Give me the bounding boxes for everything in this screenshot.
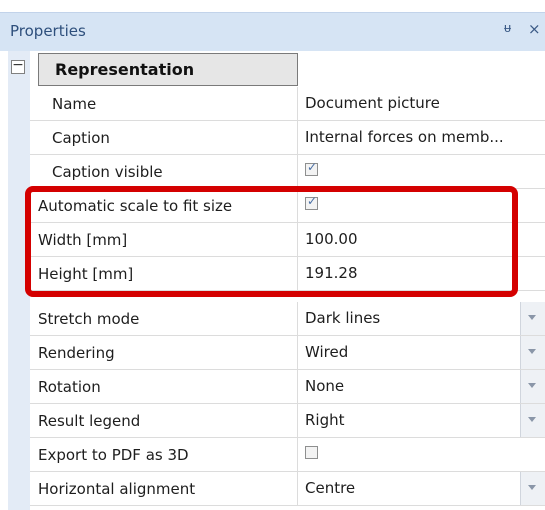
property-value: Dark lines bbox=[305, 309, 381, 327]
property-name-cell: Rotation bbox=[30, 370, 298, 403]
property-name-cell: Caption bbox=[30, 121, 298, 154]
property-value: 191.28 bbox=[305, 264, 358, 282]
property-row-height[interactable]: Height [mm] 191.28 bbox=[30, 257, 545, 291]
property-name: Stretch mode bbox=[38, 310, 140, 328]
property-name: Rotation bbox=[38, 378, 101, 396]
property-row-horizontal-alignment[interactable]: Horizontal alignment Centre bbox=[30, 472, 545, 506]
property-row-result-legend[interactable]: Result legend Right bbox=[30, 404, 545, 438]
property-value: Right bbox=[305, 411, 345, 429]
category-header-representation[interactable]: Representation bbox=[38, 53, 298, 86]
property-value-cell[interactable]: Wired bbox=[305, 336, 545, 369]
dropdown-arrow-icon bbox=[528, 417, 536, 422]
collapse-toggle[interactable]: − bbox=[11, 57, 25, 74]
property-name: Export to PDF as 3D bbox=[38, 446, 189, 464]
result-legend-dropdown-button[interactable] bbox=[520, 404, 545, 437]
property-value-cell[interactable]: Dark lines bbox=[305, 302, 545, 335]
property-name: Name bbox=[52, 95, 97, 113]
grid-gutter: − bbox=[8, 51, 30, 510]
property-row-caption[interactable]: Caption Internal forces on memb... bbox=[30, 121, 545, 155]
horizontal-alignment-dropdown-button[interactable] bbox=[520, 472, 545, 505]
property-name-cell: Rendering bbox=[30, 336, 298, 369]
property-row-rotation[interactable]: Rotation None bbox=[30, 370, 545, 404]
property-value-cell[interactable]: ✓ bbox=[305, 155, 545, 188]
property-name: Result legend bbox=[38, 412, 141, 430]
dropdown-arrow-icon bbox=[528, 315, 536, 320]
property-value-cell[interactable]: Internal forces on memb... bbox=[305, 121, 545, 154]
pin-icon[interactable]: ᵾ bbox=[504, 20, 511, 36]
property-value-cell[interactable]: 191.28 bbox=[305, 257, 545, 290]
export-pdf-3d-checkbox[interactable] bbox=[305, 446, 318, 459]
dropdown-arrow-icon bbox=[528, 349, 536, 354]
property-name-cell: Horizontal alignment bbox=[30, 472, 298, 505]
property-value-cell[interactable]: Right bbox=[305, 404, 545, 437]
property-name-cell: Export to PDF as 3D bbox=[30, 438, 298, 471]
property-name-cell: Height [mm] bbox=[30, 257, 298, 290]
collapse-icon: − bbox=[12, 57, 24, 73]
close-icon[interactable]: × bbox=[528, 20, 541, 38]
property-row-rendering[interactable]: Rendering Wired bbox=[30, 336, 545, 370]
property-name-cell: Stretch mode bbox=[30, 302, 298, 335]
property-name: Caption bbox=[52, 129, 110, 147]
property-value: None bbox=[305, 377, 345, 395]
property-name: Width [mm] bbox=[38, 231, 128, 249]
panel-title: Properties bbox=[10, 22, 86, 40]
checkmark-icon: ✓ bbox=[306, 160, 318, 174]
property-value-cell[interactable]: 100.00 bbox=[305, 223, 545, 256]
property-value: Wired bbox=[305, 343, 349, 361]
property-value-cell[interactable]: Centre bbox=[305, 472, 545, 505]
property-row-width[interactable]: Width [mm] 100.00 bbox=[30, 223, 545, 257]
property-name-cell: Result legend bbox=[30, 404, 298, 437]
property-value: Centre bbox=[305, 479, 356, 497]
automatic-scale-checkbox[interactable]: ✓ bbox=[305, 194, 318, 210]
property-value-cell[interactable]: None bbox=[305, 370, 545, 403]
property-row-caption-visible[interactable]: Caption visible ✓ bbox=[30, 155, 545, 189]
property-row-name[interactable]: Name Document picture bbox=[30, 87, 545, 121]
property-value: 100.00 bbox=[305, 230, 358, 248]
property-value-cell[interactable]: Document picture bbox=[305, 87, 545, 120]
property-value: Document picture bbox=[305, 94, 440, 112]
property-row-stretch-mode[interactable]: Stretch mode Dark lines bbox=[30, 302, 545, 336]
property-name: Automatic scale to fit size bbox=[38, 197, 233, 215]
property-name: Horizontal alignment bbox=[38, 480, 196, 498]
property-value-cell[interactable] bbox=[305, 438, 545, 471]
property-name: Height [mm] bbox=[38, 265, 134, 283]
property-name-cell: Caption visible bbox=[30, 155, 298, 188]
rendering-dropdown-button[interactable] bbox=[520, 336, 545, 369]
property-value: Internal forces on memb... bbox=[305, 128, 504, 146]
properties-panel: Properties ᵾ × − Representation Name Doc… bbox=[0, 0, 545, 510]
dropdown-arrow-icon bbox=[528, 485, 536, 490]
property-name: Caption visible bbox=[52, 163, 163, 181]
dropdown-arrow-icon bbox=[528, 383, 536, 388]
category-label: Representation bbox=[55, 60, 195, 79]
property-name: Rendering bbox=[38, 344, 115, 362]
stretch-mode-dropdown-button[interactable] bbox=[520, 302, 545, 335]
caption-visible-checkbox[interactable]: ✓ bbox=[305, 160, 318, 176]
panel-title-bar: Properties ᵾ × bbox=[0, 12, 545, 51]
property-name-cell: Name bbox=[30, 87, 298, 120]
property-row-export-pdf-3d[interactable]: Export to PDF as 3D bbox=[30, 438, 545, 472]
property-name-cell: Automatic scale to fit size bbox=[30, 189, 298, 222]
property-row-automatic-scale[interactable]: Automatic scale to fit size ✓ bbox=[30, 189, 545, 223]
property-name-cell: Width [mm] bbox=[30, 223, 298, 256]
checkmark-icon: ✓ bbox=[306, 194, 318, 208]
rotation-dropdown-button[interactable] bbox=[520, 370, 545, 403]
property-value-cell[interactable]: ✓ bbox=[305, 189, 545, 222]
